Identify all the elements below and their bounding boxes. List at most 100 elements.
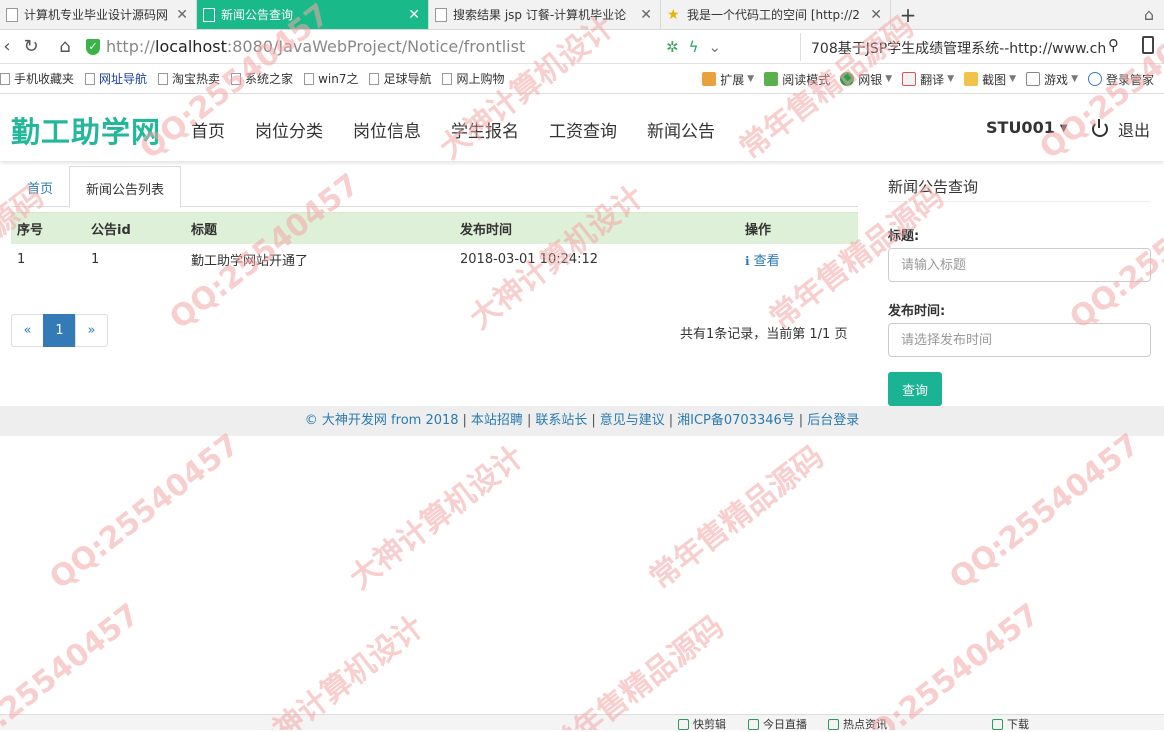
nav-item-news[interactable]: 新闻公告: [647, 117, 715, 142]
shirt-icon[interactable]: ⌂: [1144, 5, 1154, 24]
browser-tab-title: 我是一个代码工的空间 [http://2: [687, 8, 860, 22]
toolbar-tools: 扩展 ▼ 阅读模式 网银 ▼ 翻译 ▼ 截图 ▼ 游戏 ▼ 登录管家: [702, 64, 1164, 93]
home-icon[interactable]: ⌂: [48, 36, 82, 57]
table-header-row: 序号 公告id 标题 发布时间 操作: [11, 212, 858, 244]
screenshot-button[interactable]: 截图 ▼: [964, 71, 1016, 88]
shield-icon: ✓: [86, 38, 100, 55]
bookmark-item[interactable]: 足球导航: [369, 70, 431, 87]
chevron-down-icon[interactable]: ⌄: [708, 38, 721, 56]
bookmark-item[interactable]: 手机收藏夹: [0, 70, 74, 87]
back-icon[interactable]: ‹: [0, 36, 14, 57]
nav-item-job-info[interactable]: 岗位信息: [353, 117, 421, 142]
tab-home[interactable]: 首页: [11, 166, 69, 206]
watermark-text: 大神计算机设计: [343, 439, 530, 596]
close-icon[interactable]: ✕: [408, 7, 420, 23]
translate-button[interactable]: 翻译 ▼: [902, 71, 954, 88]
page-button-current[interactable]: 1: [43, 314, 76, 347]
main-nav: 首页 岗位分类 岗位信息 学生报名 工资查询 新闻公告: [191, 117, 745, 142]
nav-item-home[interactable]: 首页: [191, 117, 225, 142]
separator: |: [526, 413, 532, 428]
bookmark-item[interactable]: 网址导航: [85, 70, 147, 87]
title-input[interactable]: [888, 248, 1151, 282]
reload-icon[interactable]: ↻: [14, 36, 48, 57]
lightning-icon[interactable]: ϟ: [689, 38, 699, 56]
footer-link-icp[interactable]: 湘ICP备0703346号: [677, 413, 795, 428]
phone-icon[interactable]: [1142, 36, 1154, 54]
bookmark-label: 淘宝热卖: [172, 72, 221, 86]
logout-button[interactable]: 退出: [1092, 117, 1150, 141]
bookmark-item[interactable]: 淘宝热卖: [158, 70, 220, 87]
prev-page-button[interactable]: «: [11, 314, 44, 347]
publish-time-input[interactable]: [888, 323, 1151, 357]
watermark-text: 常年售精品源码: [643, 439, 830, 596]
power-icon: [1092, 119, 1108, 137]
view-link[interactable]: ℹ 查看: [745, 254, 780, 269]
close-icon[interactable]: ✕: [870, 7, 882, 23]
info-icon: ℹ: [745, 254, 750, 268]
tool-label: 扩展: [720, 72, 745, 87]
bookmark-item[interactable]: 系统之家: [231, 70, 293, 87]
footer-link-feedback[interactable]: 意见与建议: [600, 413, 665, 428]
nav-item-student-signup[interactable]: 学生报名: [451, 117, 519, 142]
watermark-text: QQ:25540457: [843, 597, 1046, 730]
games-button[interactable]: 游戏 ▼: [1026, 71, 1078, 88]
url-path: :8080/JavaWebProject/Notice/frontlist: [226, 37, 526, 56]
title-label: 标题:: [888, 229, 920, 244]
bookmark-item[interactable]: 网上购物: [442, 70, 504, 87]
browser-tab-0[interactable]: 计算机专业毕业设计源码网 ✕: [0, 0, 197, 29]
view-label: 查看: [753, 254, 780, 269]
next-page-button[interactable]: »: [75, 314, 108, 347]
tool-label: 登录管家: [1105, 72, 1154, 87]
username: STU001: [986, 118, 1055, 137]
reading-mode-button[interactable]: 阅读模式: [764, 71, 830, 88]
footer-link-contact[interactable]: 联系站长: [535, 413, 587, 428]
login-manager-button[interactable]: 登录管家: [1087, 71, 1154, 88]
spinner-icon[interactable]: ✲: [666, 38, 679, 56]
chevron-down-icon: ▼: [885, 74, 893, 84]
watermark-text: QQ:25540457: [0, 597, 146, 730]
tool-label: 截图: [982, 72, 1007, 87]
browser-tab-2[interactable]: 搜索结果 jsp 订餐-计算机毕业论 ✕: [429, 0, 661, 29]
extensions-button[interactable]: 扩展 ▼: [702, 71, 754, 88]
content-tabs: 首页 新闻公告列表: [11, 166, 858, 208]
page-icon: [85, 72, 96, 85]
tool-label: 阅读模式: [782, 72, 831, 87]
nav-item-job-categories[interactable]: 岗位分类: [255, 117, 323, 142]
bookmark-item[interactable]: win7之: [304, 70, 358, 87]
bookmark-label: 手机收藏夹: [14, 72, 75, 86]
footer-link-jobs[interactable]: 本站招聘: [471, 413, 523, 428]
page-icon: [442, 72, 453, 85]
watermark-text: QQ:25540457: [943, 427, 1146, 596]
site-logo[interactable]: 勤工助学网: [11, 109, 161, 151]
nav-item-salary-query[interactable]: 工资查询: [549, 117, 617, 142]
bookmark-label: 网上购物: [456, 72, 505, 86]
cell-no: 1: [17, 252, 26, 267]
copyright-link[interactable]: © 大神开发网 from 2018: [305, 413, 459, 428]
site-header: 勤工助学网 首页 岗位分类 岗位信息 学生报名 工资查询 新闻公告 STU001…: [0, 95, 1164, 161]
close-icon[interactable]: ✕: [640, 7, 652, 23]
close-icon[interactable]: ✕: [176, 7, 188, 23]
table-row: 1 1 勤工助学网站开通了 2018-03-01 10:24:12 ℹ 查看: [11, 244, 858, 276]
news-icon: [828, 718, 839, 730]
column-header: 发布时间: [454, 212, 739, 244]
browser-tab-strip: 计算机专业毕业设计源码网 ✕ 新闻公告查询 ✕ 搜索结果 jsp 订餐-计算机毕…: [0, 0, 1164, 30]
scissors-icon: [678, 718, 689, 730]
search-input[interactable]: 708基于JSP学生成绩管理系统--http://www.ch: [800, 33, 1130, 61]
watermark-text: 大神计算机设计: [243, 609, 430, 730]
bank-button[interactable]: 网银 ▼: [840, 71, 892, 88]
new-tab-button[interactable]: +: [891, 0, 925, 29]
tab-news-list[interactable]: 新闻公告列表: [69, 166, 182, 208]
footer-link-admin-login[interactable]: 后台登录: [807, 413, 859, 428]
page-icon: [304, 72, 315, 85]
browser-tab-3[interactable]: ★ 我是一个代码工的空间 [http://2 ✕: [661, 0, 891, 29]
url-field[interactable]: http://localhost:8080/JavaWebProject/Not…: [106, 37, 666, 56]
search-icon[interactable]: ⚲: [1108, 36, 1119, 54]
download-icon: [992, 718, 1003, 730]
browser-tab-1[interactable]: 新闻公告查询 ✕: [197, 0, 429, 29]
chevron-down-icon: ▼: [747, 74, 755, 84]
browser-status-bar: 快剪辑 今日直播 热点资讯 下载: [0, 714, 1164, 731]
page-icon: [369, 72, 380, 85]
user-menu[interactable]: STU001 ▼: [986, 118, 1068, 137]
page-icon: [231, 72, 242, 85]
query-button[interactable]: 查询: [888, 372, 942, 406]
